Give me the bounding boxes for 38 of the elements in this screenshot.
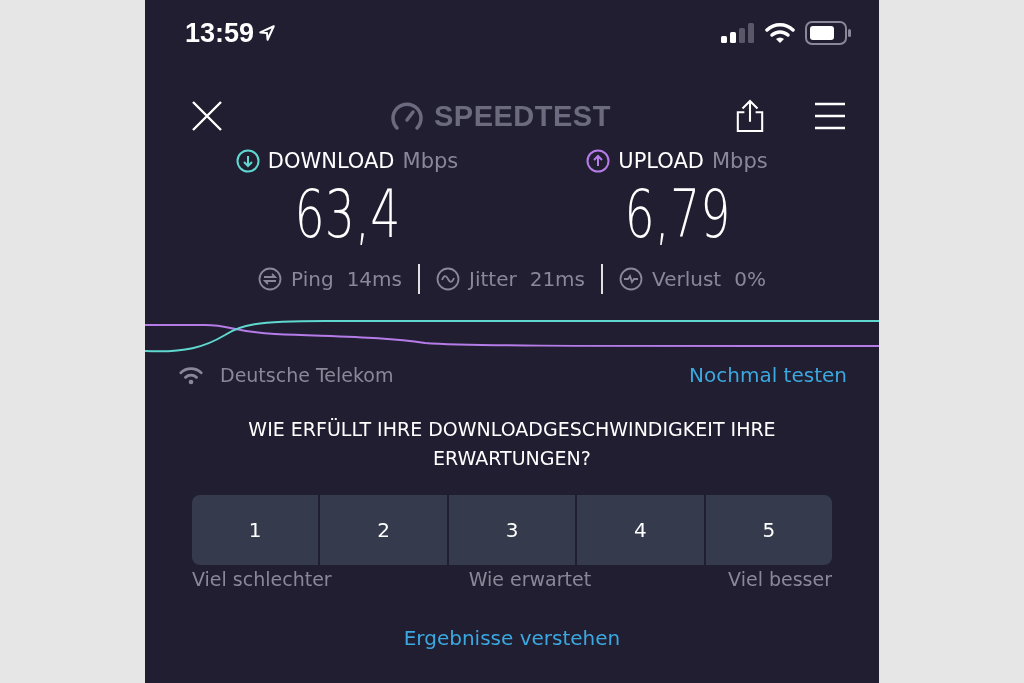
pulse-icon [619,267,644,291]
stat-label: Jitter [469,267,517,291]
retest-link[interactable]: Nochmal testen [689,363,847,387]
results-info-link[interactable]: Ergebnisse verstehen [403,626,621,650]
rating-option[interactable]: 3 [448,495,576,565]
stat-value: 21ms [529,267,586,291]
scale-label: Viel schlechter [192,568,332,590]
result-label: DOWNLOAD [267,149,395,173]
menu-button[interactable] [815,102,845,130]
rating-option[interactable]: 5 [705,495,832,565]
unit-label: Mbps [402,149,459,173]
status-time: 13:59 [185,17,255,49]
scale-label: Viel besser [728,568,832,590]
unit-label: Mbps [711,149,768,173]
gauge-icon [390,101,424,131]
survey-question: WIE ERFÜLLT IHRE DOWNLOADGESCHWINDIGKEIT IHRE ERWARTUNGEN? [247,417,777,471]
rating-option[interactable]: 2 [320,495,447,565]
speedtest-logo-text: SPEEDTEST [434,99,611,133]
close-button[interactable] [191,100,223,132]
ping-icon [258,267,283,291]
location-arrow-icon [258,24,277,42]
rating-option[interactable]: 4 [577,495,704,565]
stat-label: Ping [291,267,334,291]
stat-value: 0% [734,267,766,291]
rating-option[interactable]: 1 [192,495,319,565]
speed-value: 6,79 [624,175,730,255]
wifi-icon [179,365,203,385]
speed-value: 63,4 [294,175,400,255]
scale-label: Wie erwartet [468,568,592,590]
stat-value: 14ms [346,267,402,291]
result-label: UPLOAD [618,149,704,173]
share-button[interactable] [735,98,765,134]
signal-icon [721,23,755,43]
wifi-icon [765,22,795,44]
battery-icon [805,21,851,45]
stat-label: Verlust [652,267,722,291]
wave-icon [436,267,460,291]
provider-name: Deutsche Telekom [220,364,394,386]
